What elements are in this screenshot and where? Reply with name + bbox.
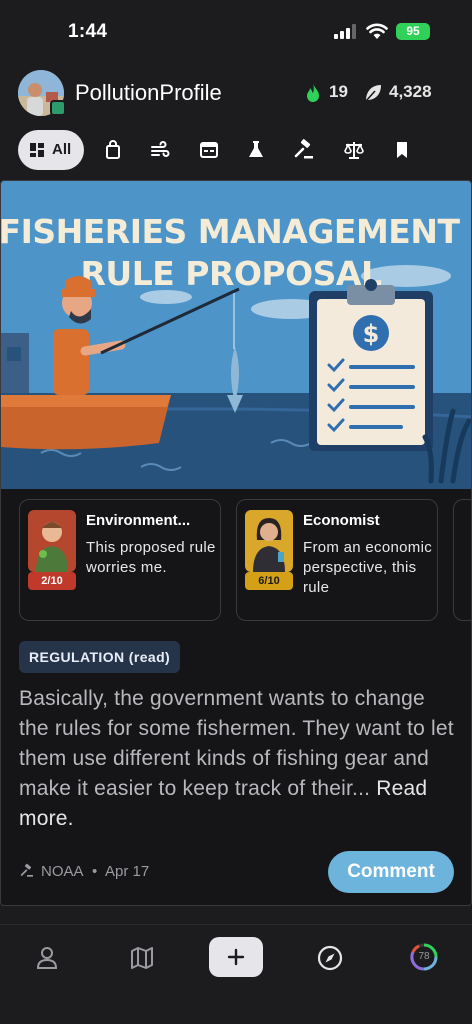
post-date: Apr 17 <box>105 863 150 880</box>
persona-score-environmentalist: 2/10 <box>28 572 76 590</box>
regulation-summary: Basically, the government wants to chang… <box>19 684 459 834</box>
leaf-icon <box>365 85 381 102</box>
status-bar: 1:44 95 <box>0 0 472 62</box>
persona-card-economist[interactable]: 6/10 Economist From an economic perspect… <box>236 499 438 621</box>
avatar-badge <box>50 100 66 116</box>
bookmark-icon[interactable] <box>390 138 414 162</box>
plus-icon <box>227 948 245 966</box>
scale-icon[interactable] <box>342 138 366 162</box>
bottom-nav: 78 <box>0 924 472 1024</box>
progress-value: 78 <box>418 951 430 962</box>
flask-icon[interactable] <box>244 138 268 162</box>
grid-icon <box>30 143 44 157</box>
gavel-icon[interactable] <box>292 138 316 162</box>
compass-icon[interactable] <box>317 945 343 971</box>
streak-count: 19 <box>329 82 348 101</box>
add-post-button[interactable] <box>209 937 263 977</box>
persona-portrait-economist <box>245 510 293 572</box>
filter-bar: All <box>0 130 472 170</box>
username[interactable]: PollutionProfile <box>75 80 222 106</box>
hero-dollar-symbol: $ <box>363 320 380 348</box>
persona-text-economist: From an economic perspective, this rule <box>303 539 433 596</box>
battery-indicator: 95 <box>396 23 430 40</box>
filter-all-button[interactable]: All <box>18 130 84 170</box>
status-time: 1:44 <box>68 21 108 42</box>
persona-score-economist: 6/10 <box>245 572 293 590</box>
comment-button[interactable]: Comment <box>328 851 454 893</box>
persona-portrait-environmentalist <box>28 510 76 572</box>
shopping-bag-icon[interactable] <box>101 138 125 162</box>
profile-header: PollutionProfile 19 4,328 <box>0 68 472 120</box>
map-icon[interactable] <box>129 945 155 971</box>
persona-card-environmentalist[interactable]: 2/10 Environment... This proposed rule w… <box>19 499 221 621</box>
filter-all-label: All <box>52 141 72 158</box>
profile-icon[interactable] <box>34 945 60 971</box>
regulation-tag[interactable]: REGULATION (read) <box>19 641 181 673</box>
cellular-signal-icon <box>334 24 356 39</box>
persona-text-environmentalist: This proposed rule worries me. <box>86 539 216 576</box>
regulation-card[interactable]: FISHERIES MANAGEMENT RULE PROPOSAL $ 2/1… <box>0 180 472 906</box>
wifi-icon <box>366 23 388 39</box>
persona-name-environmentalist: Environment... <box>86 512 191 529</box>
persona-card-next[interactable] <box>453 499 471 621</box>
hero-illustration: FISHERIES MANAGEMENT RULE PROPOSAL $ <box>1 181 471 489</box>
persona-carousel[interactable]: 2/10 Environment... This proposed rule w… <box>1 499 471 623</box>
calendar-icon[interactable] <box>197 138 221 162</box>
meta-separator: • <box>92 863 98 880</box>
hero-title-line1: FISHERIES MANAGEMENT <box>1 212 460 251</box>
agency-label[interactable]: NOAA <box>41 863 84 880</box>
wind-icon[interactable] <box>148 138 172 162</box>
persona-name-economist: Economist <box>303 512 380 529</box>
points-count: 4,328 <box>389 82 432 101</box>
gavel-icon <box>20 863 33 877</box>
hero-title-line2: RULE PROPOSAL <box>81 254 382 293</box>
flame-icon <box>307 83 319 102</box>
